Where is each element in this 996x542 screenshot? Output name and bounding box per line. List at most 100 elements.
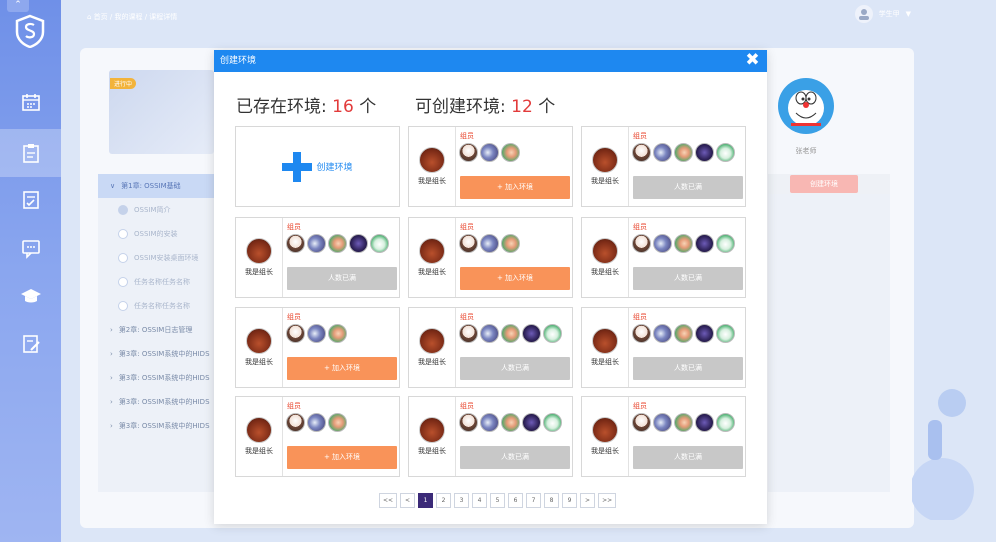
leader-label: 我是组长 (591, 268, 619, 276)
collapse-icon[interactable]: ⌃ (7, 0, 29, 12)
page-button[interactable]: >> (598, 493, 617, 508)
page-button[interactable]: 2 (436, 493, 452, 508)
full-button: 人数已满 (287, 267, 397, 290)
group-leader: 我是组长 (236, 397, 283, 476)
lesson-item[interactable]: 任务名称任务名称 (98, 270, 216, 294)
group-leader: 我是组长 (236, 218, 283, 297)
teacher-info: 张老师 (776, 78, 836, 156)
join-environment-button[interactable]: + 加入环境 (460, 176, 570, 199)
group-leader: 我是组长 (409, 218, 456, 297)
group-leader: 我是组长 (409, 308, 456, 387)
member-avatar (543, 324, 562, 343)
environment-card: 我是组长 组员 人数已满 (408, 307, 573, 388)
page-button[interactable]: > (580, 493, 596, 508)
leader-avatar (246, 328, 272, 354)
page-button[interactable]: << (379, 493, 398, 508)
leader-avatar (419, 417, 445, 443)
page-button[interactable]: 5 (490, 493, 506, 508)
chevron-down-icon: ▼ (905, 10, 911, 18)
member-avatars (286, 234, 389, 253)
member-avatar (716, 234, 735, 253)
environment-card: 我是组长 组员 人数已满 (581, 307, 746, 388)
create-environment-card[interactable]: 创建环境 (235, 126, 400, 207)
member-avatar (716, 413, 735, 432)
member-avatar (480, 143, 499, 162)
join-environment-button[interactable]: + 加入环境 (287, 357, 397, 380)
nav-calendar[interactable] (0, 78, 61, 126)
environment-card: 我是组长 组员 + 加入环境 (408, 217, 573, 298)
leader-avatar (592, 147, 618, 173)
member-avatar (653, 143, 672, 162)
leader-avatar (419, 238, 445, 264)
member-avatar (653, 234, 672, 253)
page-button[interactable]: 6 (508, 493, 524, 508)
chapter-item[interactable]: › 第2章: OSSIM日志管理 (98, 318, 216, 342)
nav-messages[interactable] (0, 224, 61, 272)
environment-card: 我是组长 组员 人数已满 (581, 217, 746, 298)
lesson-item[interactable]: OSSIM的安装 (98, 222, 216, 246)
member-avatar (286, 413, 305, 432)
page-button[interactable]: 3 (454, 493, 470, 508)
member-avatar (695, 324, 714, 343)
lesson-item[interactable]: OSSIM安装桌面环境 (98, 246, 216, 270)
member-avatar (716, 143, 735, 162)
member-avatar (328, 413, 347, 432)
page-button[interactable]: 9 (562, 493, 578, 508)
member-avatar (501, 234, 520, 253)
status-badge: 进行中 (110, 78, 137, 89)
chapter-label: 第1章: OSSIM基础 (121, 182, 181, 190)
member-avatar (501, 143, 520, 162)
breadcrumb[interactable]: ⌂ 首页 / 我的课程 / 课程详情 (87, 12, 177, 22)
group-leader: 我是组长 (409, 397, 456, 476)
chapter-item[interactable]: › 第3章: OSSIM系统中的HIDS (98, 414, 216, 438)
member-avatar (307, 413, 326, 432)
member-avatar (349, 234, 368, 253)
page-button[interactable]: 4 (472, 493, 488, 508)
leader-avatar (419, 147, 445, 173)
page-button[interactable]: 7 (526, 493, 542, 508)
member-avatar (459, 413, 478, 432)
nav-graduation[interactable] (0, 272, 61, 320)
calendar-icon (21, 94, 40, 111)
create-env-button-bg[interactable]: 创建环境 (790, 175, 858, 193)
chevron-down-icon: ∨ (110, 182, 116, 190)
join-environment-button[interactable]: + 加入环境 (287, 446, 397, 469)
lesson-item[interactable]: OSSIM简介 (98, 198, 216, 222)
member-avatar (459, 234, 478, 253)
chevron-right-icon: › (110, 350, 113, 358)
members-label: 组员 (287, 402, 301, 410)
progress-dot-icon (118, 277, 128, 287)
members-label: 组员 (633, 402, 647, 410)
member-avatar (695, 413, 714, 432)
member-avatars (632, 324, 735, 343)
nav-courses[interactable] (0, 129, 61, 177)
member-avatar (480, 234, 499, 253)
environment-card: 我是组长 组员 人数已满 (408, 396, 573, 477)
chapter-item[interactable]: › 第3章: OSSIM系统中的HIDS (98, 390, 216, 414)
member-avatar (370, 234, 389, 253)
page-button[interactable]: 1 (418, 493, 434, 508)
chapter-item[interactable]: ∨ 第1章: OSSIM基础 (98, 174, 216, 198)
close-icon[interactable]: ✖ (745, 52, 760, 69)
chapter-item[interactable]: › 第3章: OSSIM系统中的HIDS (98, 366, 216, 390)
member-avatar (480, 324, 499, 343)
lesson-item[interactable]: 任务名称任务名称 (98, 294, 216, 318)
logo-shield-icon (15, 14, 45, 48)
nav-notes[interactable] (0, 320, 61, 368)
member-avatar (459, 324, 478, 343)
chapter-item[interactable]: › 第3章: OSSIM系统中的HIDS (98, 342, 216, 366)
page-button[interactable]: < (400, 493, 416, 508)
member-avatar (674, 234, 693, 253)
group-leader: 我是组长 (582, 308, 629, 387)
member-avatar (716, 324, 735, 343)
member-avatars (459, 324, 562, 343)
leader-label: 我是组长 (418, 358, 446, 366)
members-label: 组员 (460, 313, 474, 321)
members-label: 组员 (460, 223, 474, 231)
chevron-right-icon: › (110, 374, 113, 382)
nav-tasks[interactable] (0, 176, 61, 224)
page-button[interactable]: 8 (544, 493, 560, 508)
user-menu[interactable]: 学生甲 ▼ (854, 5, 911, 23)
join-environment-button[interactable]: + 加入环境 (460, 267, 570, 290)
members-label: 组员 (287, 223, 301, 231)
